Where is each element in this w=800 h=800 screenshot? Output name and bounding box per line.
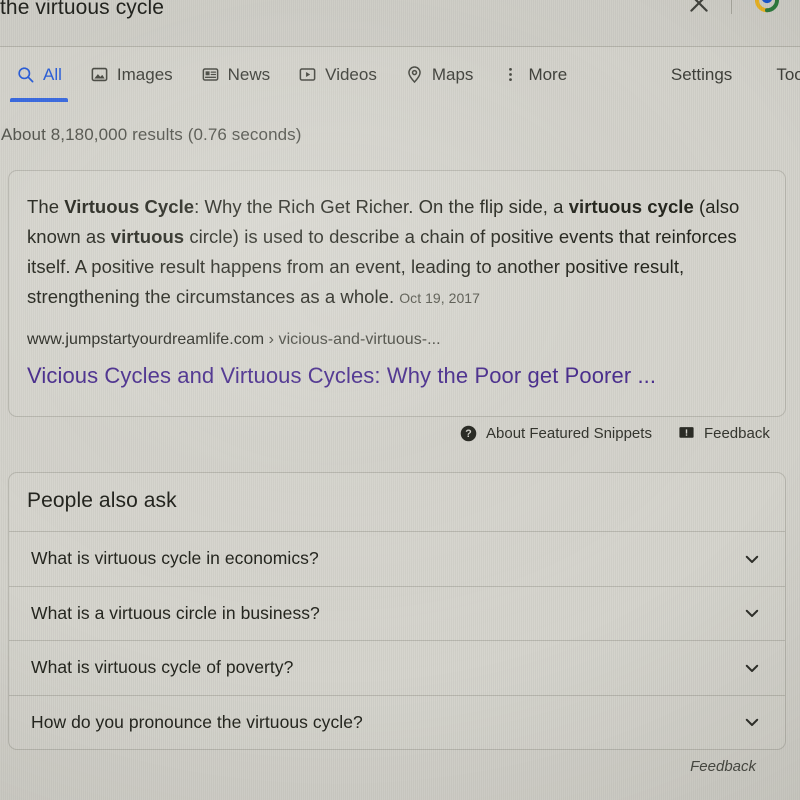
people-also-ask-item[interactable]: What is virtuous cycle in economics? (9, 531, 785, 586)
featured-snippet-body: The Virtuous Cycle: Why the Rich Get Ric… (27, 196, 739, 307)
people-also-ask-item[interactable]: How do you pronounce the virtuous cycle? (9, 694, 785, 750)
people-also-ask-question: How do you pronounce the virtuous cycle? (31, 711, 363, 732)
chevron-down-icon[interactable] (743, 604, 761, 622)
featured-snippet-card: The Virtuous Cycle: Why the Rich Get Ric… (8, 170, 786, 417)
map-pin-icon (405, 65, 424, 84)
chevron-down-icon[interactable] (743, 659, 761, 677)
help-circle-icon: ? (460, 425, 477, 442)
results-count: About 8,180,000 results (0.76 seconds) (1, 125, 302, 144)
tab-news[interactable]: News (187, 47, 285, 102)
about-featured-snippets-label: About Featured Snippets (486, 425, 652, 442)
google-search-results-page: the virtuous cycle All Images News Video… (0, 0, 800, 800)
snippet-bold-term: virtuous cycle (568, 196, 694, 217)
news-icon (201, 65, 220, 84)
snippet-feedback-label: Feedback (703, 425, 770, 442)
people-also-ask-title: People also ask (27, 489, 177, 512)
search-tabs: All Images News Videos Maps More (2, 47, 581, 102)
tab-more-label: More (528, 64, 568, 84)
svg-text:?: ? (465, 428, 471, 440)
close-icon[interactable] (686, 0, 712, 16)
chevron-down-icon[interactable] (743, 713, 761, 731)
page-feedback-link[interactable]: Feedback (690, 758, 756, 775)
snippet-feedback-link[interactable]: Feedback (678, 425, 770, 442)
feedback-flag-icon (678, 425, 695, 442)
tab-videos[interactable]: Videos (284, 47, 391, 102)
featured-snippet-url: www.jumpstartyourdreamlife.com › vicious… (27, 331, 441, 349)
video-icon (298, 65, 317, 84)
search-query-text[interactable]: the virtuous cycle (0, 0, 164, 20)
people-also-ask-question: What is virtuous cycle of poverty? (31, 657, 294, 678)
people-also-ask-question: What is virtuous cycle in economics? (31, 548, 319, 569)
url-domain: www.jumpstartyourdreamlife.com (27, 331, 265, 348)
tab-images[interactable]: Images (76, 47, 187, 102)
tab-more[interactable]: More (487, 47, 581, 102)
settings-link[interactable]: Settings (649, 65, 754, 85)
people-also-ask-item[interactable]: What is virtuous cycle of poverty? (9, 640, 785, 695)
nav-right-links: Settings Tools (649, 47, 800, 102)
tab-news-label: News (227, 64, 271, 84)
google-lens-icon[interactable] (752, 0, 782, 14)
search-icon (16, 65, 35, 84)
people-also-ask-item[interactable]: What is a virtuous circle in business? (9, 585, 785, 641)
snippet-plain-text: The (27, 196, 65, 217)
featured-snippet-text: The Virtuous Cycle: Why the Rich Get Ric… (27, 192, 767, 313)
url-separator: › (268, 331, 275, 348)
tools-link[interactable]: Tools (754, 65, 800, 85)
featured-snippet-title-link[interactable]: Vicious Cycles and Virtuous Cycles: Why … (27, 363, 656, 389)
tab-maps-label: Maps (431, 64, 474, 84)
search-nav-bar: All Images News Videos Maps More Setting… (0, 47, 800, 103)
image-icon (90, 65, 109, 84)
clipped-bottom-text (6, 788, 10, 800)
people-also-ask-question: What is a virtuous circle in business? (31, 602, 320, 623)
people-also-ask-list: What is virtuous cycle in economics? What… (9, 531, 785, 749)
people-also-ask-card: People also ask What is virtuous cycle i… (8, 472, 786, 750)
featured-snippet-date: Oct 19, 2017 (399, 290, 480, 306)
url-path: vicious-and-virtuous-... (278, 331, 441, 348)
tab-all[interactable]: All (2, 47, 76, 102)
featured-snippet-footer: ? About Featured Snippets Feedback (460, 425, 770, 442)
more-vertical-icon (501, 65, 520, 84)
snippet-bold-term: Virtuous Cycle (64, 196, 195, 217)
search-bar-row: the virtuous cycle (0, 0, 800, 47)
tab-maps[interactable]: Maps (391, 47, 488, 102)
snippet-plain-text: : Why the Rich Get Richer. On the flip s… (194, 196, 569, 217)
tab-all-label: All (43, 64, 62, 84)
about-featured-snippets-link[interactable]: ? About Featured Snippets (460, 425, 652, 442)
tab-images-label: Images (116, 64, 173, 84)
tab-videos-label: Videos (325, 64, 377, 84)
header-divider (731, 0, 732, 14)
chevron-down-icon[interactable] (743, 550, 761, 568)
snippet-bold-term: virtuous (110, 226, 185, 247)
